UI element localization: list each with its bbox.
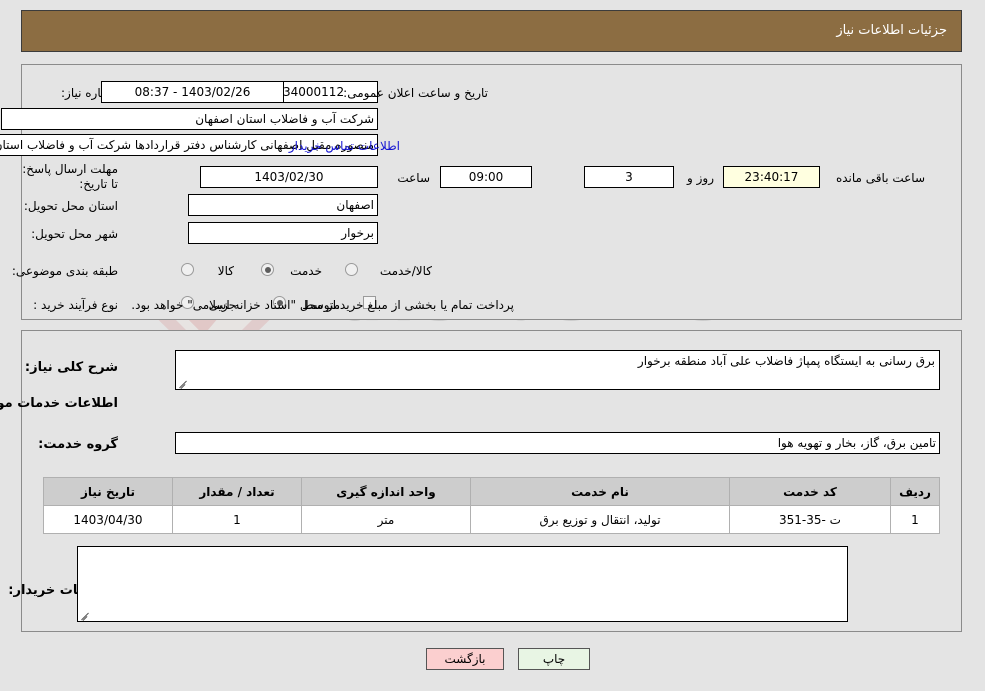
buyer-contact-link[interactable]: اطلاعات تماس خریدار	[290, 139, 401, 154]
td-unit: متر	[302, 505, 472, 534]
deadline-hour-value: 09:00	[441, 166, 533, 188]
th-quantity: تعداد / مقدار	[173, 477, 303, 506]
services-section-title: اطلاعات خدمات مورد نیاز	[0, 396, 119, 411]
page-title: جزئیات اطلاعات نیاز	[837, 23, 948, 38]
countdown-label: ساعت باقی مانده	[836, 171, 926, 185]
th-service-name: نام خدمت	[471, 477, 731, 506]
page-header: جزئیات اطلاعات نیاز	[22, 10, 963, 52]
days-remaining-value: 3	[585, 166, 675, 188]
announce-datetime-label: تاریخ و ساعت اعلان عمومی:	[344, 86, 489, 100]
print-button[interactable]: چاپ	[519, 648, 591, 670]
services-table: ردیف کد خدمت نام خدمت واحد اندازه گیری ت…	[44, 477, 941, 534]
th-row-no: ردیف	[891, 477, 941, 506]
delivery-province-label: استان محل تحویل:	[24, 199, 119, 213]
deadline-hour-label: ساعت	[398, 171, 431, 185]
th-service-code: کد خدمت	[730, 477, 892, 506]
general-desc-value: برق رسانی به ایستگاه پمپاژ فاضلاب علی آب…	[638, 354, 936, 368]
buyer-org-value: شرکت آب و فاضلاب استان اصفهان	[2, 108, 379, 130]
radio-category-goods-service-label: کالا/خدمت	[380, 264, 433, 278]
radio-category-goods-service[interactable]	[346, 263, 359, 276]
process-label: نوع فرآیند خرید :	[34, 298, 119, 312]
radio-category-goods[interactable]	[182, 263, 195, 276]
resize-grip-icon[interactable]	[179, 378, 189, 388]
resize-grip-icon[interactable]	[81, 610, 91, 620]
service-group-value: تامین برق، گاز، بخار و تهویه هوا	[176, 432, 941, 454]
category-label: طبقه بندی موضوعی:	[12, 264, 119, 278]
radio-category-service[interactable]	[262, 263, 275, 276]
service-group-label: گروه خدمت:	[39, 437, 119, 452]
delivery-city-label: شهر محل تحویل:	[32, 227, 119, 241]
delivery-province-value: اصفهان	[189, 194, 379, 216]
td-need-date: 1403/04/30	[44, 505, 174, 534]
deadline-date-value: 1403/02/30	[201, 166, 379, 188]
td-quantity: 1	[173, 505, 303, 534]
buyer-notes-textarea[interactable]	[78, 546, 849, 622]
radio-category-service-label: خدمت	[291, 264, 323, 278]
td-row-no: 1	[891, 505, 941, 534]
days-remaining-label: روز و	[688, 171, 715, 185]
deadline-label: مهلت ارسال پاسخ: تا تاریخ:	[23, 162, 119, 191]
back-button[interactable]: بازگشت	[427, 648, 505, 670]
td-service-name: تولید، انتقال و توزیع برق	[471, 505, 731, 534]
general-desc-textarea[interactable]: برق رسانی به ایستگاه پمپاژ فاضلاب علی آب…	[176, 350, 941, 390]
td-service-code: ت -35-351	[730, 505, 892, 534]
table-header-row: ردیف کد خدمت نام خدمت واحد اندازه گیری ت…	[44, 477, 941, 506]
countdown-timer: 23:40:17	[724, 166, 821, 188]
th-unit: واحد اندازه گیری	[302, 477, 472, 506]
th-need-date: تاریخ نیاز	[44, 477, 174, 506]
announce-datetime-value: 1403/02/26 - 08:37	[102, 81, 285, 103]
table-row: 1 ت -35-351 تولید، انتقال و توزیع برق مت…	[44, 505, 941, 534]
general-desc-label: شرح کلی نیاز:	[25, 360, 119, 375]
delivery-city-value: برخوار	[189, 222, 379, 244]
treasury-bond-note: پرداخت تمام یا بخشی از مبلغ خرید،از محل …	[132, 298, 515, 312]
radio-category-goods-label: کالا	[218, 264, 235, 278]
